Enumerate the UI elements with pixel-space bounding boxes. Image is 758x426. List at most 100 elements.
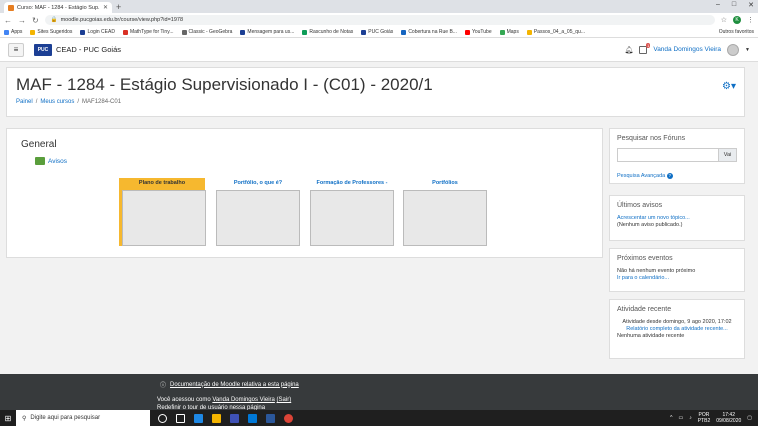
bookmark-favicon-icon <box>122 29 128 35</box>
edge-icon[interactable] <box>194 413 203 423</box>
bookmark-item[interactable]: Maps <box>499 29 519 35</box>
task-view-icon[interactable] <box>176 413 185 423</box>
close-window-icon[interactable]: ✕ <box>748 1 754 9</box>
tray-chevron-icon[interactable]: ^ <box>670 415 672 421</box>
bookmark-label: Mensagem para us... <box>247 29 295 35</box>
address-bar-row: ← → ↻ 🔒 moodle.pucgoias.edu.br/course/vi… <box>0 13 758 27</box>
drawer-toggle-button[interactable]: ≡ <box>8 42 24 57</box>
bookmark-label: Apps <box>11 29 23 35</box>
cortana-icon[interactable] <box>158 413 167 423</box>
tile-formacao-de-professores[interactable]: Formação de Professores - <box>309 178 395 246</box>
messages-icon[interactable]: 1 <box>639 42 651 54</box>
network-icon[interactable]: ▭ <box>678 415 683 421</box>
bookmark-item[interactable]: Cobertura na Rue B... <box>401 29 457 35</box>
browser-menu-icon[interactable]: ⋮ <box>747 16 754 24</box>
bookmark-label: Classic - GeoGebra <box>188 29 233 35</box>
tile-portfolio-o-que-e[interactable]: Portfólio, o que é? <box>215 178 301 246</box>
bookmark-label: Sites Sugeridos <box>37 29 73 35</box>
tile-label: Plano de trabalho <box>138 180 186 186</box>
bookmark-item[interactable]: PUC Goiás <box>361 29 393 35</box>
url-text: moodle.pucgoias.edu.br/course/view.php?i… <box>60 17 184 23</box>
user-menu-caret-icon[interactable]: ▼ <box>745 47 750 53</box>
clock[interactable]: 17:42 09/08/2020 <box>716 412 741 424</box>
breadcrumb-meus-cursos[interactable]: Meus cursos <box>40 99 74 105</box>
bookmark-item[interactable]: Apps <box>4 29 22 35</box>
bookmark-favicon-icon <box>30 29 36 35</box>
language-indicator[interactable]: POR PTB2 <box>698 412 711 424</box>
tile-image <box>122 190 206 246</box>
tile-image <box>403 190 487 246</box>
taskbar-search[interactable]: ⚲ Digite aqui para pesquisar <box>16 410 150 426</box>
notifications-bell-icon[interactable]: 🔔︎ <box>624 46 633 54</box>
bookmark-favicon-icon <box>240 29 246 35</box>
moodle-docs-link[interactable]: Documentação de Moodle relativa a esta p… <box>170 382 299 388</box>
bookmark-item[interactable]: Rascunho de Notas <box>302 29 353 35</box>
site-logo[interactable]: PUC CEAD - PUC Goiás <box>34 43 121 56</box>
user-menu-name[interactable]: Vanda Domingos Vieira <box>653 46 721 53</box>
block-upcoming-events: Próximos eventos Não há nenhum evento pr… <box>609 248 745 292</box>
breadcrumb-course[interactable]: MAF1284-C01 <box>82 99 121 105</box>
windows-start-icon[interactable]: ⊞ <box>0 410 16 426</box>
bookmark-star-icon[interactable]: ☆ <box>721 16 727 24</box>
block-latest-news: Últimos avisos Acrescentar um novo tópic… <box>609 195 745 241</box>
tile-label: Portfólio, o que é? <box>233 180 283 186</box>
user-avatar[interactable] <box>727 43 740 56</box>
bookmark-item[interactable]: YouTube <box>464 29 492 35</box>
bookmark-label: Maps <box>506 29 519 35</box>
forum-link[interactable]: Avisos <box>48 158 67 165</box>
maximize-icon[interactable]: □ <box>732 1 736 9</box>
breadcrumb-separator: / <box>35 99 38 105</box>
store-icon[interactable] <box>230 413 239 423</box>
mail-icon[interactable] <box>248 413 257 423</box>
word-icon[interactable] <box>266 413 275 423</box>
chrome-icon[interactable] <box>284 413 293 423</box>
course-settings-gear-icon[interactable]: ⚙▾ <box>722 81 736 92</box>
forum-search-input[interactable] <box>617 148 719 162</box>
bookmark-label: Cobertura na Rue B... <box>408 29 457 35</box>
forum-activity[interactable]: Avisos <box>35 157 67 165</box>
notifications-center-icon[interactable]: ▢ <box>747 415 752 421</box>
minimize-icon[interactable]: – <box>716 1 720 9</box>
forum-search-button[interactable]: Vai <box>719 148 737 162</box>
bookmark-favicon-icon <box>80 29 86 35</box>
bookmark-item[interactable]: Mensagem para us... <box>240 29 294 35</box>
lock-icon: 🔒 <box>50 17 58 23</box>
bookmark-item[interactable]: Login CEAD <box>80 29 115 35</box>
taskbar-search-placeholder: Digite aqui para pesquisar <box>30 415 101 421</box>
tile-plano-de-trabalho[interactable]: Plano de trabalho <box>119 178 206 246</box>
block-title: Pesquisar nos Fóruns <box>617 135 686 142</box>
other-bookmarks[interactable]: Outros favoritos <box>719 29 754 35</box>
activity-report-link[interactable]: Relatório completo da atividade recente.… <box>617 326 737 333</box>
tile-image <box>310 190 394 246</box>
file-explorer-icon[interactable] <box>212 413 221 423</box>
help-icon[interactable]: ? <box>666 173 673 179</box>
logout-link[interactable]: (Sair) <box>277 397 292 403</box>
volume-icon[interactable]: ♪ <box>689 415 692 421</box>
messages-count-badge: 1 <box>646 42 651 48</box>
bookmark-item[interactable]: MathType for Tiny... <box>122 29 174 35</box>
bookmark-item[interactable]: Passos_04_a_05_qu... <box>526 29 585 35</box>
browser-tab[interactable]: Curso: MAF - 1284 - Estágio Sup... ✕ <box>4 2 112 13</box>
calendar-link[interactable]: Ir para o calendário... <box>617 275 737 282</box>
footer-user-link[interactable]: Vanda Domingos Vieira <box>212 397 274 403</box>
close-tab-icon[interactable]: ✕ <box>103 4 108 11</box>
bookmark-favicon-icon <box>302 29 308 35</box>
bookmarks-bar: Apps Sites Sugeridos Login CEAD MathType fo… <box>0 27 758 38</box>
activity-since-text: Atividade desde domingo, 9 ago 2020, 17:… <box>622 319 732 325</box>
bookmark-item[interactable]: Sites Sugeridos <box>30 29 72 35</box>
advanced-search-link[interactable]: Pesquisa Avançada ? <box>617 173 673 179</box>
tile-portfolios[interactable]: Portfólios <box>402 178 488 246</box>
forward-icon[interactable]: → <box>18 16 26 25</box>
bookmark-item[interactable]: Classic - GeoGebra <box>181 29 233 35</box>
url-field[interactable]: 🔒 moodle.pucgoias.edu.br/course/view.php… <box>44 15 715 25</box>
back-icon[interactable]: ← <box>4 16 12 25</box>
browser-tabstrip: Curso: MAF - 1284 - Estágio Sup... ✕ + –… <box>0 0 758 13</box>
reload-icon[interactable]: ↻ <box>32 16 39 25</box>
new-tab-icon[interactable]: + <box>116 2 121 12</box>
breadcrumb-painel[interactable]: Painel <box>16 99 33 105</box>
profile-avatar[interactable]: K <box>733 16 741 24</box>
tile-image <box>216 190 300 246</box>
add-topic-link[interactable]: Acrescentar um novo tópico... <box>617 215 737 222</box>
moodle-navbar: ≡ PUC CEAD - PUC Goiás 🔔︎ 1 Vanda Doming… <box>0 38 758 62</box>
page-header: MAF - 1284 - Estágio Supervisionado I - … <box>6 67 745 117</box>
